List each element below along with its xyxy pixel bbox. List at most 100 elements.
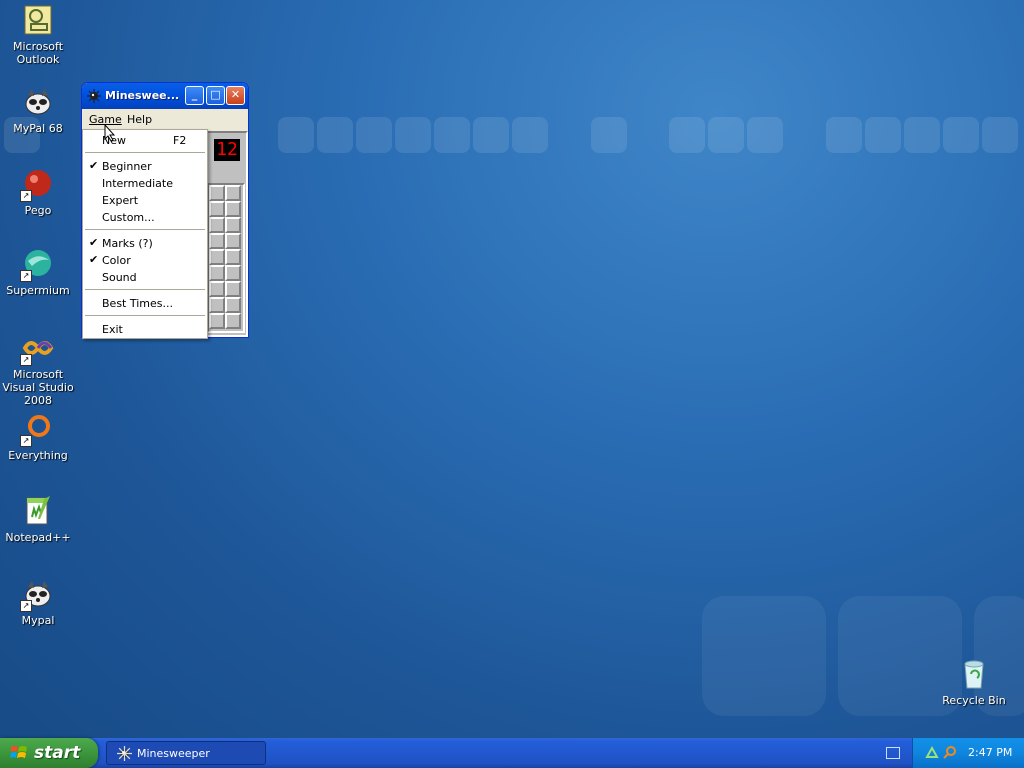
raccoon-icon	[22, 86, 54, 118]
mine-cell[interactable]	[225, 233, 241, 249]
game-menu-dropdown: New F2 ✔ Beginner Intermediate Expert Cu…	[82, 129, 208, 339]
notepadpp-icon	[22, 495, 54, 527]
mine-cell[interactable]	[209, 217, 225, 233]
wallpaper-tile	[356, 117, 392, 153]
desktop-icon-visual-studio[interactable]: ↗ Microsoft Visual Studio 2008	[0, 332, 76, 407]
mine-counter: 12	[214, 139, 240, 161]
menu-item-custom[interactable]: Custom...	[83, 209, 207, 226]
wallpaper-tile	[591, 117, 627, 153]
menu-separator	[85, 315, 205, 316]
mine-cell[interactable]	[209, 249, 225, 265]
mine-cell[interactable]	[209, 201, 225, 217]
close-button[interactable]: ✕	[226, 86, 245, 105]
keyboard-icon[interactable]	[886, 747, 900, 759]
window-title: Minesweе...	[105, 89, 180, 102]
mine-cell[interactable]	[225, 265, 241, 281]
menu-help[interactable]: Help	[127, 113, 152, 126]
minimize-button[interactable]: _	[185, 86, 204, 105]
mine-cell[interactable]	[225, 281, 241, 297]
wallpaper-tile	[669, 117, 705, 153]
desktop-icon-pego[interactable]: ↗ Pego	[0, 168, 76, 217]
menu-item-label: Exit	[102, 323, 123, 336]
mine-cell[interactable]	[209, 185, 225, 201]
wallpaper-tile	[943, 117, 979, 153]
menu-item-new[interactable]: New F2	[83, 132, 207, 149]
menu-item-expert[interactable]: Expert	[83, 192, 207, 209]
desktop-icon-label: Notepad++	[5, 531, 71, 544]
mine-cell[interactable]	[209, 313, 225, 329]
desktop-icon-label: Everything	[8, 449, 68, 462]
desktop-icon-everything[interactable]: ↗ Everything	[0, 413, 76, 462]
wallpaper-tile	[317, 117, 353, 153]
shortcut-arrow-icon: ↗	[20, 435, 32, 447]
wallpaper-tile	[702, 596, 826, 716]
taskbar-button-minesweeper[interactable]: Minesweeper	[106, 741, 266, 765]
menu-item-marks[interactable]: ✔ Marks (?)	[83, 235, 207, 252]
search-icon[interactable]	[943, 745, 957, 759]
wallpaper-tile	[904, 117, 940, 153]
desktop-icon-mypal[interactable]: ↗ Mypal	[0, 578, 76, 627]
menu-item-label: Expert	[102, 194, 139, 207]
outlook-icon	[22, 4, 54, 36]
mine-cell[interactable]	[209, 233, 225, 249]
menu-item-label: Sound	[102, 271, 137, 284]
checkmark-icon: ✔	[89, 253, 99, 266]
mine-cell[interactable]	[225, 297, 241, 313]
recycle-bin-icon	[958, 658, 990, 690]
desktop-icon-outlook[interactable]: Microsoft Outlook	[0, 4, 76, 66]
wallpaper-tile	[747, 117, 783, 153]
taskbar-button-label: Minesweeper	[137, 747, 210, 760]
mine-cell[interactable]	[225, 217, 241, 233]
desktop-icon-label: Recycle Bin	[942, 694, 1006, 707]
menu-item-intermediate[interactable]: Intermediate	[83, 175, 207, 192]
desktop-icon-label: Pego	[24, 204, 52, 217]
checkmark-icon: ✔	[89, 236, 99, 249]
shortcut-arrow-icon: ↗	[20, 600, 32, 612]
mine-cell[interactable]	[225, 201, 241, 217]
desktop-icon-mypal-68[interactable]: MyPal 68	[0, 86, 76, 135]
desktop-icon-notepadpp[interactable]: Notepad++	[0, 495, 76, 544]
clock[interactable]: 2:47 PM	[968, 746, 1012, 759]
wallpaper-tile	[826, 117, 862, 153]
menu-separator	[85, 229, 205, 230]
start-button[interactable]: start	[0, 738, 98, 768]
desktop-icon-recycle-bin[interactable]: Recycle Bin	[936, 658, 1012, 707]
maximize-button[interactable]: □	[206, 86, 225, 105]
wallpaper-tile	[512, 117, 548, 153]
shortcut-arrow-icon: ↗	[20, 354, 32, 366]
desktop-icon-label: Supermium	[6, 284, 70, 297]
everything-icon: ↗	[20, 413, 54, 447]
system-tray: 2:47 PM	[912, 738, 1024, 768]
start-label: start	[34, 743, 81, 763]
close-icon: ✕	[230, 88, 241, 101]
wallpaper-tile	[865, 117, 901, 153]
mine-cell[interactable]	[209, 281, 225, 297]
menu-item-label: Best Times...	[102, 297, 173, 310]
menu-item-shortcut: F2	[173, 134, 187, 147]
mouse-cursor-icon	[104, 123, 116, 142]
mine-cell[interactable]	[225, 249, 241, 265]
mine-cell[interactable]	[225, 313, 241, 329]
network-icon[interactable]	[925, 745, 939, 759]
desktop-icon-label: Microsoft Outlook	[12, 40, 64, 66]
menu-item-label: Color	[102, 254, 131, 267]
menu-item-best-times[interactable]: Best Times...	[83, 295, 207, 312]
window-titlebar[interactable]: Minesweе... _ □ ✕	[82, 83, 248, 109]
shortcut-arrow-icon: ↗	[20, 270, 32, 282]
menu-item-color[interactable]: ✔ Color	[83, 252, 207, 269]
menu-separator	[85, 289, 205, 290]
minesweeper-app-icon	[117, 746, 132, 761]
mine-cell[interactable]	[225, 185, 241, 201]
supermium-icon: ↗	[20, 248, 54, 282]
desktop-icon-label: Mypal	[21, 614, 55, 627]
menu-item-sound[interactable]: Sound	[83, 269, 207, 286]
mine-cell[interactable]	[209, 265, 225, 281]
menu-item-beginner[interactable]: ✔ Beginner	[83, 158, 207, 175]
menu-item-exit[interactable]: Exit	[83, 321, 207, 338]
mine-grid[interactable]	[207, 183, 245, 333]
mine-cell[interactable]	[209, 297, 225, 313]
desktop-icon-supermium[interactable]: ↗ Supermium	[0, 248, 76, 297]
wallpaper-tile	[473, 117, 509, 153]
menu-item-label: Beginner	[102, 160, 152, 173]
desktop-icon-label: MyPal 68	[13, 122, 63, 135]
